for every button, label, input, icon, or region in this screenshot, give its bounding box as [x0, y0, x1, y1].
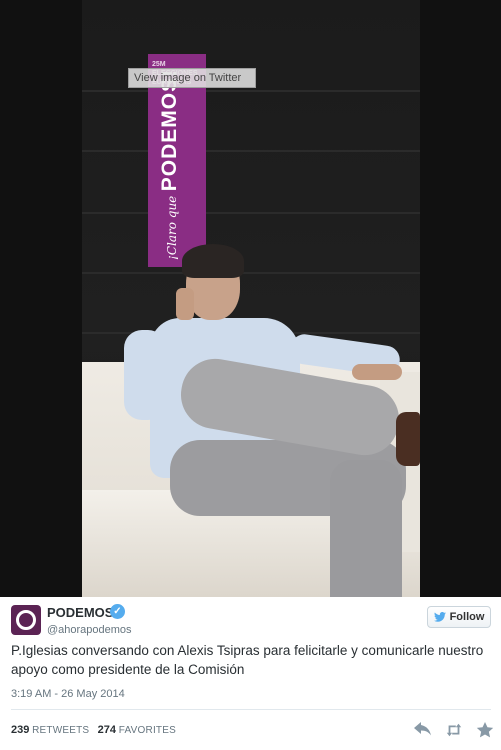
retweet-icon[interactable]: [445, 722, 463, 738]
wall-line: [82, 272, 420, 274]
retweets-count[interactable]: 239: [11, 724, 29, 736]
wall-line: [82, 150, 420, 152]
person-hair: [182, 244, 244, 278]
wall-line: [82, 90, 420, 92]
avatar-logo-ring: [16, 610, 36, 630]
favorites-count[interactable]: 274: [98, 724, 116, 736]
follow-label: Follow: [449, 611, 485, 623]
divider: [11, 709, 491, 710]
view-on-twitter-overlay[interactable]: View image on Twitter: [128, 68, 256, 88]
user-handle[interactable]: @ahorapodemos: [47, 624, 132, 636]
person-shoe: [396, 412, 420, 466]
person-shin: [330, 460, 402, 597]
twitter-bird-icon: [433, 612, 446, 622]
banner-script-text: ¡Claro que: [165, 195, 179, 260]
verified-badge-icon: ✓: [110, 604, 125, 619]
tweet-actions: [414, 721, 494, 739]
person-hand: [352, 364, 402, 380]
reply-icon[interactable]: [414, 722, 432, 738]
star-icon[interactable]: [476, 722, 494, 738]
display-name[interactable]: PODEMOS: [47, 605, 113, 620]
tweet-timestamp[interactable]: 3:19 AM - 26 May 2014: [11, 688, 125, 700]
tweet-text: P.Iglesias conversando con Alexis Tsipra…: [11, 643, 484, 677]
banner-slogan: ¡Claro que PODEMOS!: [158, 69, 182, 260]
follow-button[interactable]: Follow: [427, 606, 491, 628]
tweet-card: PODEMOS ✓ @ahorapodemos Follow P.Iglesia…: [0, 597, 501, 750]
wall-line: [82, 212, 420, 214]
retweets-label[interactable]: RETWEETS: [32, 725, 89, 736]
avatar[interactable]: [11, 605, 41, 635]
phone-hand: [176, 288, 194, 320]
tweet-media[interactable]: 25M ELECCIONES EUROPEAS ¡Claro que PODEM…: [0, 0, 501, 597]
favorites-label[interactable]: FAVORITES: [119, 725, 176, 736]
tweet-stats: 239 RETWEETS 274 FAVORITES: [11, 724, 176, 736]
